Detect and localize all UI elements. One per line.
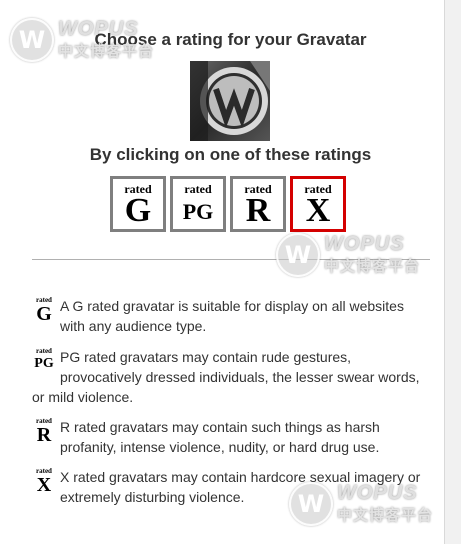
watermark-logo: W WOPUS 中文博客平台	[289, 482, 439, 526]
rating-description-r: rated R R rated gravatars may contain su…	[32, 417, 432, 457]
description-text: PG rated gravatars may contain rude gest…	[32, 349, 420, 405]
watermark-logo: W WOPUS 中文博客平台	[10, 18, 160, 62]
rating-description-g: rated G A G rated gravatar is suitable f…	[32, 296, 432, 336]
rating-grade: G	[124, 192, 152, 229]
badge-rated-label: rated	[36, 347, 52, 355]
window-edge	[444, 0, 461, 544]
rated-label: rated	[184, 182, 212, 196]
watermark-w-icon: W	[10, 18, 54, 62]
rating-buttons: rated G rated PG rated R rated X	[110, 176, 350, 234]
rating-pg-button[interactable]: rated PG	[170, 176, 226, 232]
wordpress-logo-icon	[190, 61, 270, 141]
badge-grade: X	[36, 474, 52, 496]
watermark-brand: WOPUS	[58, 18, 139, 40]
watermark-cn: 中文博客平台	[337, 507, 434, 524]
ratings-prompt: By clicking on one of these ratings	[89, 145, 372, 164]
rating-grade: PG	[182, 199, 214, 224]
badge-grade: R	[36, 424, 52, 446]
rating-page: Choose a rating for your Gravatar By cli…	[0, 0, 444, 544]
r-rating-icon: rated R	[32, 417, 56, 446]
rating-grade: R	[245, 192, 271, 229]
description-text: R rated gravatars may contain such thing…	[60, 419, 380, 455]
watermark-w-icon: W	[289, 482, 333, 526]
badge-grade: G	[36, 303, 52, 325]
watermark-cn: 中文博客平台	[58, 43, 155, 60]
watermark-brand: WOPUS	[337, 482, 418, 504]
rating-r-button[interactable]: rated R	[230, 176, 286, 232]
pg-rating-icon: rated PG	[32, 347, 56, 373]
watermark-w-icon: W	[276, 233, 320, 277]
description-text: A G rated gravatar is suitable for displ…	[60, 298, 404, 334]
rating-grade: X	[305, 192, 331, 229]
watermark-logo: W WOPUS 中文博客平台	[276, 233, 426, 277]
rating-g-button[interactable]: rated G	[110, 176, 166, 232]
rating-x-button[interactable]: rated X	[290, 176, 346, 232]
rating-description-pg: rated PG PG rated gravatars may contain …	[32, 347, 432, 407]
gravatar-image	[190, 61, 270, 141]
watermark-cn: 中文博客平台	[324, 258, 421, 275]
x-rating-icon: rated X	[32, 467, 56, 496]
watermark-brand: WOPUS	[324, 233, 405, 255]
badge-grade: PG	[34, 356, 54, 371]
g-rating-icon: rated G	[32, 296, 56, 325]
